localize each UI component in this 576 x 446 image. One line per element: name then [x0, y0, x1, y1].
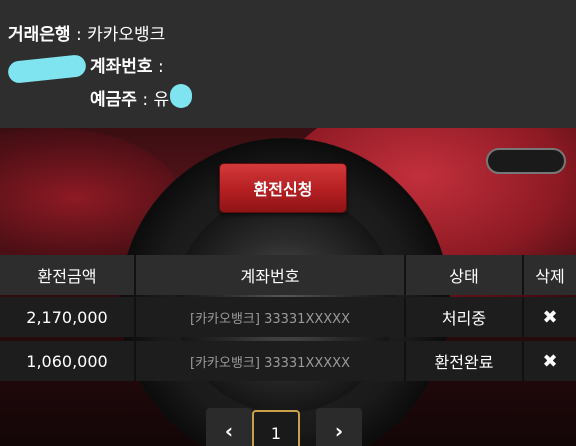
owner-separator: : — [136, 90, 154, 110]
bank-row: 거래은행 : 카카오뱅크 — [8, 20, 165, 45]
account-cell: [카카오뱅크] 33331XXXXX — [136, 341, 406, 381]
amount-cell: 2,170,000 — [0, 297, 136, 337]
account-owner-label: 예금주 — [90, 90, 137, 110]
bank-label: 거래은행 — [8, 25, 71, 45]
header-delete: 삭제 — [524, 255, 576, 295]
car-headlight — [486, 148, 566, 174]
exchange-request-button[interactable]: 환전신청 — [219, 163, 347, 213]
account-cell: [카카오뱅크] 33331XXXXX — [136, 297, 406, 337]
table-row: 2,170,000 [카카오뱅크] 33331XXXXX 처리중 ✖ — [0, 297, 576, 337]
prev-page-button[interactable]: ‹ — [206, 408, 252, 446]
account-number-label: 계좌번호 — [90, 57, 153, 77]
account-info-panel: 거래은행 : 카카오뱅크 계좌번호 : 예금주 : 유 준 — [0, 0, 576, 128]
chevron-right-icon: › — [334, 419, 344, 443]
header-account: 계좌번호 — [136, 255, 406, 295]
chevron-left-icon: ‹ — [224, 419, 234, 443]
account-separator: : — [152, 57, 164, 77]
page-number-current[interactable]: 1 — [252, 410, 300, 446]
status-cell: 처리중 — [406, 297, 524, 337]
bank-value: 카카오뱅크 — [87, 25, 166, 45]
delete-icon[interactable]: ✖ — [524, 297, 576, 337]
header-status: 상태 — [406, 255, 524, 295]
table-header-row: 환전금액 계좌번호 상태 삭제 — [0, 255, 576, 295]
redaction-mark — [7, 53, 87, 85]
amount-cell: 1,060,000 — [0, 341, 136, 381]
redaction-mark — [170, 84, 192, 108]
account-number-row: 계좌번호 : — [90, 52, 164, 77]
table-row: 1,060,000 [카카오뱅크] 33331XXXXX 환전완료 ✖ — [0, 341, 576, 381]
header-amount: 환전금액 — [0, 255, 136, 295]
status-cell: 환전완료 — [406, 341, 524, 381]
pagination: ‹ 1 › — [0, 408, 576, 446]
delete-icon[interactable]: ✖ — [524, 341, 576, 381]
bank-separator: : — [70, 25, 88, 45]
next-page-button[interactable]: › — [316, 408, 362, 446]
